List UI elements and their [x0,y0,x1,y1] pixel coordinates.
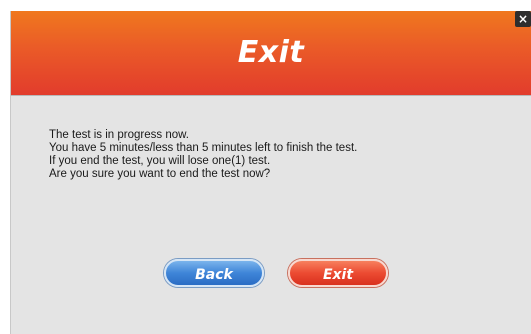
exit-button[interactable]: Exit [288,259,388,287]
message-line: Are you sure you want to end the test no… [49,168,271,180]
dialog-title: Exit [237,35,305,70]
close-icon[interactable]: × [515,11,531,27]
message-line: You have 5 minutes/less than 5 minutes l… [49,142,358,154]
dialog-header: Exit × [11,11,531,96]
message-line: If you end the test, you will lose one(1… [49,155,271,167]
message-line: The test is in progress now. [49,129,189,141]
back-button[interactable]: Back [164,259,264,287]
dialog-message: The test is in progress now. You have 5 … [49,129,519,181]
exit-dialog: Exit × The test is in progress now. You … [10,11,531,334]
